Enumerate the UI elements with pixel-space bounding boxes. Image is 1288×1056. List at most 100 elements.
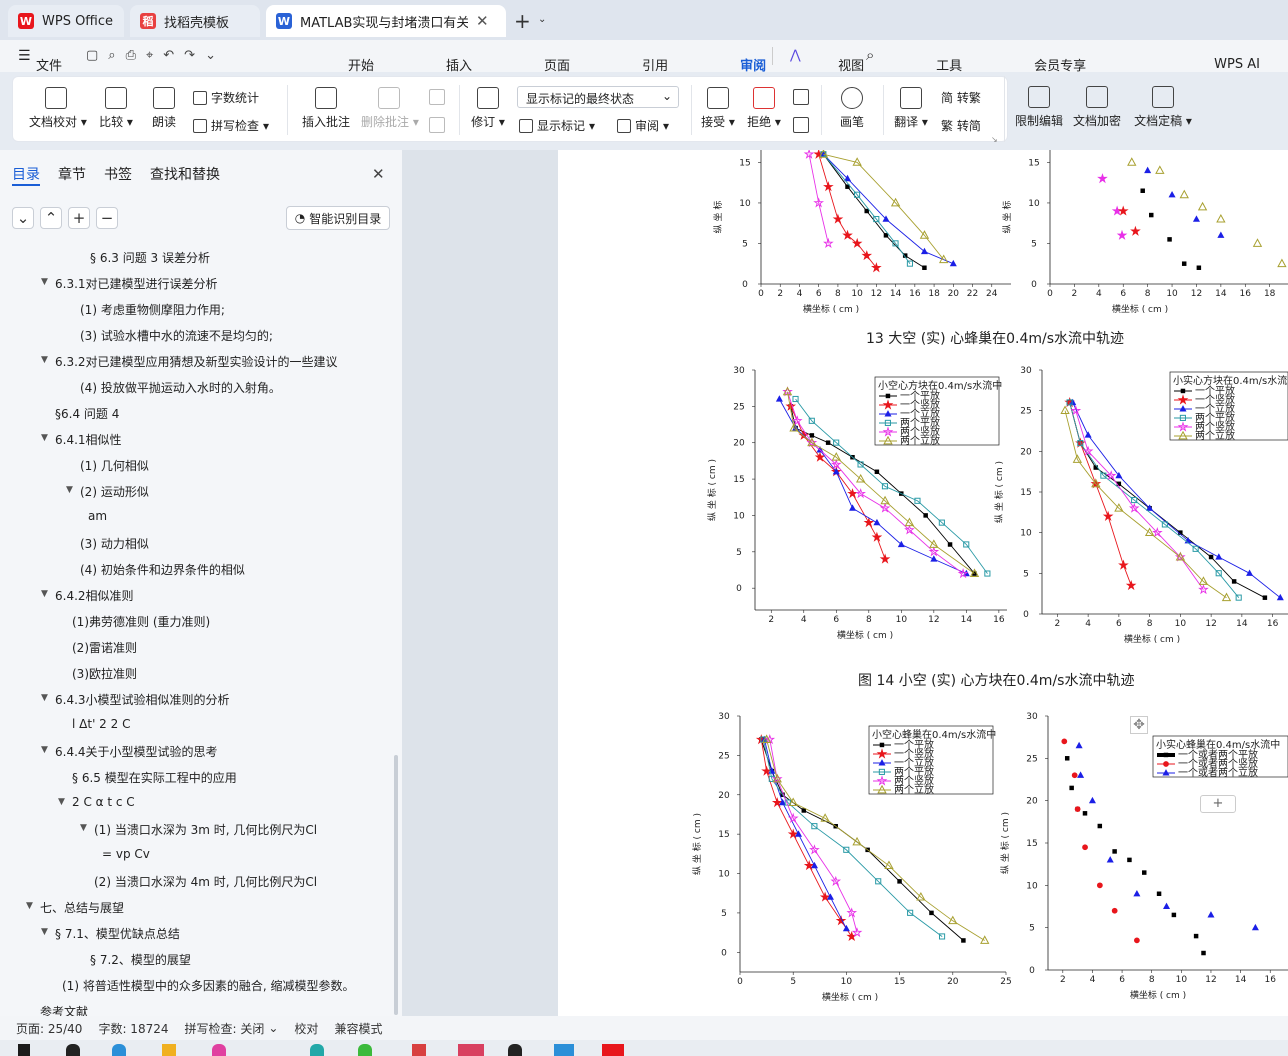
toc-item[interactable]: (1) 考虑重物侧摩阻力作用; bbox=[80, 301, 225, 318]
menu-file[interactable]: 文件 bbox=[28, 55, 70, 74]
insert-comment-button[interactable]: 插入批注 bbox=[301, 87, 351, 130]
toc-item[interactable]: = vp Cv bbox=[102, 847, 150, 861]
toc-item[interactable]: 2 C α t c C bbox=[72, 795, 135, 809]
toc-item[interactable]: § 6.5 模型在实际工程中的应用 bbox=[72, 769, 237, 786]
taskbar-wps-icon[interactable] bbox=[602, 1044, 624, 1056]
menu-page[interactable]: 页面 bbox=[536, 55, 578, 74]
toc-item[interactable]: (1) 当溃口水深为 3m 时, 几何比例尺为Cl bbox=[94, 821, 317, 838]
translate-button[interactable]: 翻译 ▾ bbox=[891, 87, 931, 130]
markup-state-select[interactable]: 显示标记的最终状态 ⌄ bbox=[517, 86, 679, 108]
taskbar-app-icon[interactable] bbox=[412, 1044, 426, 1056]
tab-list-chevron-icon[interactable]: ⌄ bbox=[538, 14, 546, 25]
next-comment-icon[interactable] bbox=[429, 117, 445, 133]
toc-item[interactable]: l Δt' 2 2 C bbox=[72, 717, 130, 731]
toc-expand-icon[interactable]: ▼ bbox=[58, 797, 65, 807]
menu-wps-ai[interactable]: WPS AI bbox=[1206, 57, 1268, 72]
toc-expand-icon[interactable]: ▼ bbox=[41, 927, 48, 937]
menu-tools[interactable]: 工具 bbox=[928, 55, 970, 74]
panel-tab-chapters[interactable]: 章节 bbox=[58, 164, 86, 184]
taskbar-app-icon[interactable] bbox=[458, 1044, 484, 1056]
toc-item[interactable]: 6.4.3小模型试验相似准则的分析 bbox=[55, 691, 230, 708]
to-simplified-button[interactable]: 繁 转简 bbox=[941, 117, 981, 134]
toc-expand-icon[interactable]: ▼ bbox=[41, 589, 48, 599]
panel-tab-bookmarks[interactable]: 书签 bbox=[104, 164, 132, 184]
tab-wps-office[interactable]: W WPS Office bbox=[8, 5, 124, 37]
toc-item[interactable]: (1)弗劳德准则 (重力准则) bbox=[72, 613, 210, 630]
toc-item[interactable]: 6.3.2对已建模型应用猜想及新型实验设计的一些建议 bbox=[55, 353, 338, 370]
toc-expand-icon[interactable]: ▼ bbox=[80, 823, 87, 833]
prev-change-icon[interactable] bbox=[793, 89, 809, 105]
word-count[interactable]: 字数: 18724 bbox=[98, 1020, 168, 1037]
compare-button[interactable]: 比较 ▾ bbox=[97, 87, 135, 130]
taskbar-app-icon[interactable] bbox=[162, 1044, 176, 1056]
remove-heading-icon[interactable]: − bbox=[96, 207, 118, 229]
toc-item[interactable]: 6.4.1相似性 bbox=[55, 431, 122, 448]
menu-membership[interactable]: 会员专享 bbox=[1026, 55, 1094, 74]
page-indicator[interactable]: 页面: 25/40 bbox=[16, 1020, 82, 1037]
expand-up-icon[interactable]: ⌃ bbox=[40, 207, 62, 229]
toc-item[interactable]: 七、总结与展望 bbox=[40, 899, 124, 916]
taskbar-app-icon[interactable] bbox=[212, 1044, 226, 1056]
toc-item[interactable]: (2) 当溃口水深为 4m 时, 几何比例尺为Cl bbox=[94, 873, 317, 890]
toc-expand-icon[interactable]: ▼ bbox=[41, 355, 48, 365]
taskbar-app-icon[interactable] bbox=[508, 1044, 522, 1056]
toc-item[interactable]: (1) 几何相似 bbox=[80, 457, 149, 474]
to-traditional-button[interactable]: 简 转繁 bbox=[941, 89, 981, 106]
toc-expand-icon[interactable]: ▼ bbox=[41, 433, 48, 443]
track-changes-button[interactable]: 修订 ▾ bbox=[469, 87, 507, 130]
toc-item[interactable]: (2)雷诺准则 bbox=[72, 639, 137, 656]
toc-expand-icon[interactable]: ▼ bbox=[41, 693, 48, 703]
toc-item[interactable]: §6.4 问题 4 bbox=[55, 405, 119, 422]
toc-item[interactable]: (4) 初始条件和边界条件的相似 bbox=[80, 561, 245, 578]
restrict-edit-button[interactable]: 限制编辑 bbox=[1014, 86, 1064, 129]
delete-comment-button[interactable]: 删除批注 ▾ bbox=[361, 87, 419, 130]
toc-item[interactable]: (4) 投放做平抛运动入水时的入射角。 bbox=[80, 379, 281, 396]
word-count-button[interactable]: 字数统计 bbox=[193, 89, 259, 106]
prev-comment-icon[interactable] bbox=[429, 89, 445, 105]
encrypt-doc-button[interactable]: 文档加密 bbox=[1072, 86, 1122, 129]
finalize-doc-button[interactable]: 文档定稿 ▾ bbox=[1132, 86, 1194, 129]
search-icon[interactable]: ⌕ bbox=[866, 46, 874, 64]
add-heading-icon[interactable]: + bbox=[68, 207, 90, 229]
close-panel-icon[interactable]: ✕ bbox=[372, 165, 385, 183]
toc-item[interactable]: § 7.1、模型优缺点总结 bbox=[55, 925, 180, 942]
toc-item[interactable]: 6.3.1对已建模型进行误差分析 bbox=[55, 275, 218, 292]
menu-reference[interactable]: 引用 bbox=[634, 55, 676, 74]
add-object-icon[interactable]: + bbox=[1200, 795, 1236, 813]
toc-expand-icon[interactable]: ▼ bbox=[41, 745, 48, 755]
close-tab-icon[interactable]: ✕ bbox=[476, 12, 489, 30]
toc-scrollbar[interactable] bbox=[394, 755, 398, 1015]
proofread-button[interactable]: 文档校对 ▾ bbox=[29, 87, 87, 130]
smart-toc-button[interactable]: ◔ 智能识别目录 bbox=[286, 206, 390, 230]
show-markup-button[interactable]: 显示标记 ▾ bbox=[519, 117, 595, 134]
taskbar-app-icon[interactable] bbox=[358, 1044, 372, 1056]
taskbar-app-icon[interactable] bbox=[112, 1044, 126, 1056]
toc-expand-icon[interactable]: ▼ bbox=[41, 277, 48, 287]
quick-access-icons[interactable]: ▢⌕⎙⌖↶↷⌄ bbox=[86, 48, 226, 63]
reject-button[interactable]: 拒绝 ▾ bbox=[745, 87, 783, 130]
menu-insert[interactable]: 插入 bbox=[438, 55, 480, 74]
next-change-icon[interactable] bbox=[793, 117, 809, 133]
toc-item[interactable]: 6.4.2相似准则 bbox=[55, 587, 134, 604]
tab-daoke-templates[interactable]: 稻 找稻壳模板 bbox=[130, 5, 260, 37]
toc-expand-icon[interactable]: ▼ bbox=[66, 485, 73, 495]
review-pane-button[interactable]: 审阅 ▾ bbox=[617, 117, 669, 134]
taskbar-app-icon[interactable] bbox=[554, 1044, 574, 1056]
move-handle-icon[interactable]: ✥ bbox=[1130, 716, 1148, 734]
spell-check-button[interactable]: 拼写检查 ▾ bbox=[193, 117, 269, 134]
start-icon[interactable] bbox=[18, 1044, 30, 1056]
read-aloud-button[interactable]: 朗读 bbox=[149, 87, 179, 130]
toc-item[interactable]: 6.4.4关于小型模型试验的思考 bbox=[55, 743, 218, 760]
toc-item[interactable]: (1) 将普适性模型中的众多因素的融合, 缩减模型参数。 bbox=[62, 977, 354, 994]
proofread-status[interactable]: 校对 bbox=[294, 1020, 318, 1037]
menu-home[interactable]: 开始 bbox=[340, 55, 382, 74]
toc-item[interactable]: (3) 动力相似 bbox=[80, 535, 149, 552]
spell-check-status[interactable]: 拼写检查: 关闭 bbox=[185, 1020, 265, 1037]
tab-current-document[interactable]: W MATLAB实现与封堵溃口有关... ✕ bbox=[266, 5, 506, 37]
new-tab-icon[interactable]: + bbox=[514, 9, 531, 33]
collapse-all-icon[interactable]: ⌄ bbox=[12, 207, 34, 229]
toc-item[interactable]: am bbox=[88, 509, 107, 523]
toc-item[interactable]: (3) 试验水槽中水的流速不是均匀的; bbox=[80, 327, 273, 344]
toc-item[interactable]: (3)欧拉准则 bbox=[72, 665, 137, 682]
ribbon-expand-icon[interactable]: ↘ bbox=[991, 135, 998, 144]
